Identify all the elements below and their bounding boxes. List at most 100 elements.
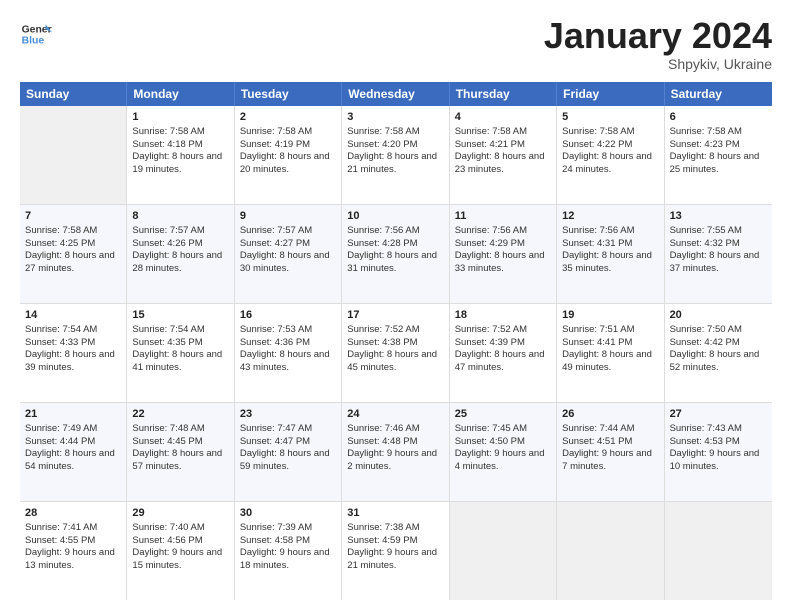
calendar-cell: 9Sunrise: 7:57 AMSunset: 4:27 PMDaylight… [235,205,342,303]
daylight-text: Daylight: 8 hours and 24 minutes. [562,151,658,177]
daylight-text: Daylight: 8 hours and 21 minutes. [347,151,443,177]
sunset-text: Sunset: 4:19 PM [240,139,336,152]
calendar-cell: 21Sunrise: 7:49 AMSunset: 4:44 PMDayligh… [20,403,127,501]
calendar-cell: 26Sunrise: 7:44 AMSunset: 4:51 PMDayligh… [557,403,664,501]
daylight-text: Daylight: 8 hours and 43 minutes. [240,349,336,375]
calendar-week-3: 14Sunrise: 7:54 AMSunset: 4:33 PMDayligh… [20,304,772,403]
sunrise-text: Sunrise: 7:44 AM [562,423,658,436]
sunset-text: Sunset: 4:35 PM [132,337,228,350]
sunrise-text: Sunrise: 7:58 AM [347,126,443,139]
day-number: 5 [562,110,658,125]
sunset-text: Sunset: 4:38 PM [347,337,443,350]
calendar-cell: 24Sunrise: 7:46 AMSunset: 4:48 PMDayligh… [342,403,449,501]
sunset-text: Sunset: 4:59 PM [347,535,443,548]
header-sunday: Sunday [20,82,127,106]
logo: General Blue General Blue [20,18,52,50]
calendar-cell: 7Sunrise: 7:58 AMSunset: 4:25 PMDaylight… [20,205,127,303]
sunset-text: Sunset: 4:28 PM [347,238,443,251]
daylight-text: Daylight: 8 hours and 52 minutes. [670,349,767,375]
sunset-text: Sunset: 4:42 PM [670,337,767,350]
day-number: 23 [240,407,336,422]
calendar-cell: 16Sunrise: 7:53 AMSunset: 4:36 PMDayligh… [235,304,342,402]
sunset-text: Sunset: 4:29 PM [455,238,551,251]
calendar-week-4: 21Sunrise: 7:49 AMSunset: 4:44 PMDayligh… [20,403,772,502]
day-number: 7 [25,209,121,224]
day-number: 10 [347,209,443,224]
calendar-week-1: 1Sunrise: 7:58 AMSunset: 4:18 PMDaylight… [20,106,772,205]
sunset-text: Sunset: 4:41 PM [562,337,658,350]
calendar-cell: 5Sunrise: 7:58 AMSunset: 4:22 PMDaylight… [557,106,664,204]
sunset-text: Sunset: 4:53 PM [670,436,767,449]
daylight-text: Daylight: 8 hours and 19 minutes. [132,151,228,177]
day-number: 31 [347,506,443,521]
daylight-text: Daylight: 9 hours and 4 minutes. [455,448,551,474]
sunrise-text: Sunrise: 7:56 AM [562,225,658,238]
day-number: 22 [132,407,228,422]
sunrise-text: Sunrise: 7:50 AM [670,324,767,337]
calendar-cell [20,106,127,204]
header-monday: Monday [127,82,234,106]
sunrise-text: Sunrise: 7:58 AM [25,225,121,238]
calendar: Sunday Monday Tuesday Wednesday Thursday… [20,82,772,600]
sunset-text: Sunset: 4:21 PM [455,139,551,152]
sunset-text: Sunset: 4:22 PM [562,139,658,152]
sunset-text: Sunset: 4:55 PM [25,535,121,548]
daylight-text: Daylight: 8 hours and 57 minutes. [132,448,228,474]
calendar-cell: 13Sunrise: 7:55 AMSunset: 4:32 PMDayligh… [665,205,772,303]
header-wednesday: Wednesday [342,82,449,106]
calendar-cell [450,502,557,600]
calendar-cell [665,502,772,600]
calendar-cell: 19Sunrise: 7:51 AMSunset: 4:41 PMDayligh… [557,304,664,402]
calendar-cell: 8Sunrise: 7:57 AMSunset: 4:26 PMDaylight… [127,205,234,303]
sunrise-text: Sunrise: 7:58 AM [132,126,228,139]
location: Shpykiv, Ukraine [544,56,772,72]
header-tuesday: Tuesday [235,82,342,106]
day-number: 14 [25,308,121,323]
calendar-cell: 10Sunrise: 7:56 AMSunset: 4:28 PMDayligh… [342,205,449,303]
sunset-text: Sunset: 4:18 PM [132,139,228,152]
header-saturday: Saturday [665,82,772,106]
sunset-text: Sunset: 4:45 PM [132,436,228,449]
sunrise-text: Sunrise: 7:45 AM [455,423,551,436]
calendar-cell: 3Sunrise: 7:58 AMSunset: 4:20 PMDaylight… [342,106,449,204]
sunset-text: Sunset: 4:20 PM [347,139,443,152]
daylight-text: Daylight: 8 hours and 41 minutes. [132,349,228,375]
sunset-text: Sunset: 4:48 PM [347,436,443,449]
calendar-cell: 28Sunrise: 7:41 AMSunset: 4:55 PMDayligh… [20,502,127,600]
daylight-text: Daylight: 8 hours and 54 minutes. [25,448,121,474]
sunrise-text: Sunrise: 7:57 AM [240,225,336,238]
day-number: 30 [240,506,336,521]
day-number: 1 [132,110,228,125]
calendar-cell: 4Sunrise: 7:58 AMSunset: 4:21 PMDaylight… [450,106,557,204]
day-number: 3 [347,110,443,125]
sunrise-text: Sunrise: 7:40 AM [132,522,228,535]
day-number: 11 [455,209,551,224]
header: General Blue General Blue January 2024 S… [20,18,772,72]
daylight-text: Daylight: 8 hours and 33 minutes. [455,250,551,276]
day-number: 19 [562,308,658,323]
calendar-week-2: 7Sunrise: 7:58 AMSunset: 4:25 PM Daylight… [20,205,772,304]
sunset-text: Sunset: 4:33 PM [25,337,121,350]
day-number: 16 [240,308,336,323]
calendar-cell: 30Sunrise: 7:39 AMSunset: 4:58 PMDayligh… [235,502,342,600]
svg-text:Blue: Blue [22,36,45,47]
daylight-text: Daylight: 9 hours and 13 minutes. [25,547,121,573]
sunrise-text: Sunrise: 7:52 AM [347,324,443,337]
day-number: 29 [132,506,228,521]
sunrise-text: Sunrise: 7:56 AM [455,225,551,238]
sunset-text: Sunset: 4:23 PM [670,139,767,152]
day-number: 4 [455,110,551,125]
sunset-text: Sunset: 4:25 PM [25,238,121,251]
sunset-text: Sunset: 4:27 PM [240,238,336,251]
sunrise-text: Sunrise: 7:46 AM [347,423,443,436]
calendar-cell: 22Sunrise: 7:48 AMSunset: 4:45 PMDayligh… [127,403,234,501]
page: General Blue General Blue January 2024 S… [0,0,792,612]
daylight-text: Daylight: 8 hours and 39 minutes. [25,349,121,375]
sunset-text: Sunset: 4:58 PM [240,535,336,548]
daylight-text: Daylight: 9 hours and 7 minutes. [562,448,658,474]
sunset-text: Sunset: 4:26 PM [132,238,228,251]
sunrise-text: Sunrise: 7:54 AM [25,324,121,337]
day-number: 6 [670,110,767,125]
daylight-text: Daylight: 8 hours and 35 minutes. [562,250,658,276]
calendar-cell: 11Sunrise: 7:56 AMSunset: 4:29 PMDayligh… [450,205,557,303]
